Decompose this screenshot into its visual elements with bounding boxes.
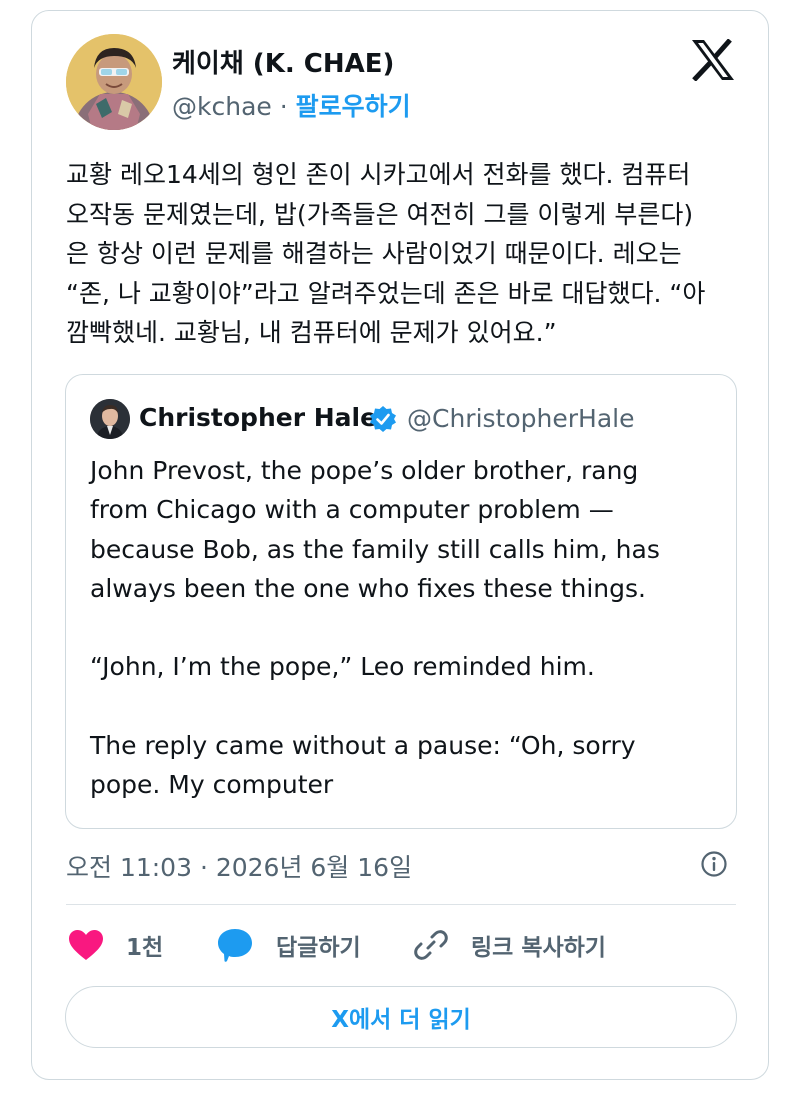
quote-text-line: always been the one who fixes these thin… bbox=[90, 573, 646, 603]
author-handle[interactable]: @kchae bbox=[172, 92, 272, 121]
quote-text: John Prevost, the pope’s older brother, … bbox=[90, 451, 720, 805]
author-avatar[interactable] bbox=[66, 34, 162, 130]
quote-text-line: The reply came without a pause: “Oh, sor… bbox=[90, 731, 636, 761]
like-button[interactable]: 1천 bbox=[68, 923, 163, 967]
timestamp[interactable]: 오전 11:03 · 2026년 6월 16일 bbox=[66, 848, 412, 884]
tweet-text-line: “존, 나 교황이야”라고 알려주었는데 존은 바로 대답했다. “아 bbox=[66, 278, 706, 308]
read-more-button[interactable]: X에서 더 읽기 bbox=[65, 986, 737, 1048]
copy-link-button[interactable]: 링크 복사하기 bbox=[413, 923, 606, 967]
author-meta: @kchae · 팔로우하기 bbox=[172, 87, 411, 123]
quote-author-avatar[interactable] bbox=[90, 399, 130, 439]
info-icon[interactable] bbox=[700, 850, 728, 878]
quote-text-line: from Chicago with a computer problem — bbox=[90, 495, 614, 525]
quote-text-line bbox=[90, 687, 720, 726]
tweet-text-line: 오작동 문제였는데, 밥(가족들은 여전히 그를 이렇게 부른다) bbox=[66, 199, 694, 229]
x-logo-icon[interactable] bbox=[690, 38, 736, 82]
quote-text-line: because Bob, as the family still calls h… bbox=[90, 534, 660, 564]
verified-badge-icon bbox=[369, 405, 397, 433]
reply-button[interactable]: 답글하기 bbox=[216, 923, 361, 967]
quoted-tweet[interactable]: Christopher Hale @ChristopherHale John P… bbox=[65, 374, 737, 829]
copy-link-label: 링크 복사하기 bbox=[471, 935, 606, 961]
speech-bubble-icon bbox=[218, 929, 252, 962]
divider bbox=[66, 904, 736, 905]
meta-separator: · bbox=[279, 92, 288, 121]
tweet-text-line: 깜빡했네. 교황님, 내 컴퓨터에 문제가 있어요.” bbox=[66, 318, 557, 347]
heart-icon bbox=[69, 930, 103, 960]
link-icon bbox=[414, 930, 448, 960]
tweet-card: 케이채 (K. CHAE) @kchae · 팔로우하기 교황 레오14세의 형… bbox=[31, 10, 769, 1080]
follow-button[interactable]: 팔로우하기 bbox=[296, 92, 411, 121]
reply-label: 답글하기 bbox=[276, 935, 361, 961]
tweet-text-line: 은 항상 이런 문제를 해결하는 사람이었기 때문이다. 레오는 bbox=[66, 239, 682, 268]
read-more-label: X에서 더 읽기 bbox=[331, 1007, 471, 1033]
tweet-text-line: 교황 레오14세의 형인 존이 시카고에서 전화를 했다. 컴퓨터 bbox=[66, 160, 691, 189]
author-name[interactable]: 케이채 (K. CHAE) bbox=[172, 43, 394, 80]
quote-text-line: “John, I’m the pope,” Leo reminded him. bbox=[90, 652, 595, 682]
tweet-text: 교황 레오14세의 형인 존이 시카고에서 전화를 했다. 컴퓨터 오작동 문제… bbox=[66, 155, 756, 353]
like-count: 1천 bbox=[126, 935, 164, 961]
quote-text-line: John Prevost, the pope’s older brother, … bbox=[90, 456, 639, 485]
quote-text-line: pope. My computer bbox=[90, 770, 334, 800]
quote-text-line bbox=[90, 608, 720, 647]
quote-author-name[interactable]: Christopher Hale bbox=[139, 403, 377, 432]
quote-author-handle[interactable]: @ChristopherHale bbox=[407, 404, 634, 433]
